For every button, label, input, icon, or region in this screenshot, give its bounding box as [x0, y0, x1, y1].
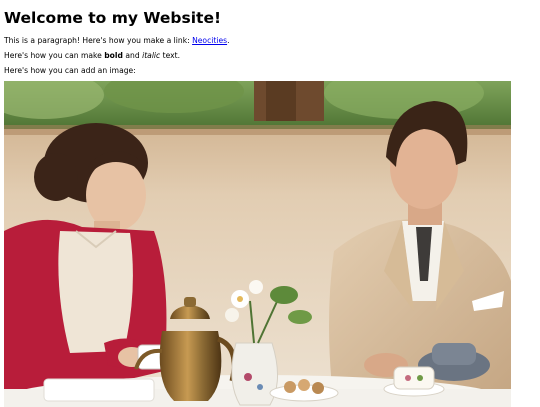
- paragraph-link: This is a paragraph! Here's how you make…: [4, 36, 536, 46]
- tea-scene-photo: [4, 81, 511, 407]
- formatting-text-middle: and: [122, 51, 143, 60]
- formatting-text-before: Here's how you can make: [4, 51, 105, 60]
- formatting-text-after: text.: [160, 51, 181, 60]
- paragraph-link-end: .: [227, 36, 230, 45]
- paragraph-image: Here's how you can add an image:: [4, 66, 136, 75]
- neocities-link[interactable]: Neocities: [192, 36, 227, 45]
- paragraph-link-text: This is a paragraph! Here's how you make…: [4, 36, 193, 45]
- bold-text: bold: [104, 51, 123, 60]
- paragraph-formatting: Here's how you can make bold and italic …: [4, 51, 536, 61]
- page-content: Welcome to my Website! This is a paragra…: [0, 0, 540, 407]
- italic-text: italic: [142, 51, 161, 60]
- page-title: Welcome to my Website!: [4, 9, 222, 27]
